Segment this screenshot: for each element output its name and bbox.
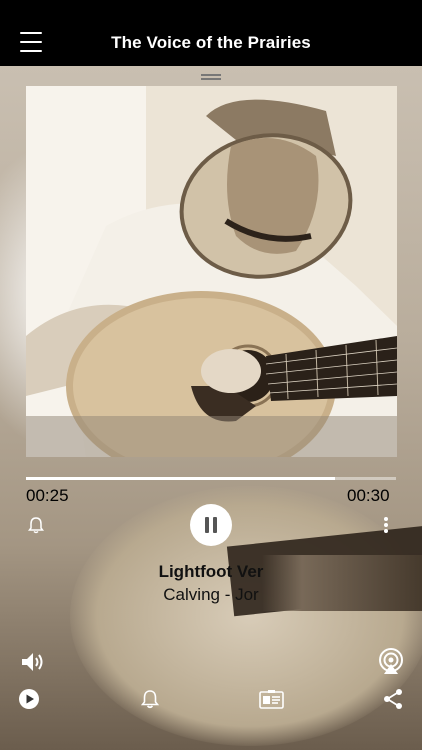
top-bar: The Voice of the Prairies bbox=[0, 0, 422, 66]
drag-handle[interactable] bbox=[201, 74, 221, 80]
album-artwork bbox=[26, 86, 397, 457]
elapsed-time: 00:25 bbox=[26, 486, 69, 505]
notifications-bell-icon[interactable] bbox=[140, 689, 160, 709]
pause-button[interactable] bbox=[190, 504, 232, 546]
airplay-icon[interactable] bbox=[377, 648, 405, 676]
track-title: Lightfoot Ver bbox=[158, 562, 264, 581]
track-artist: Calving - Jor bbox=[163, 585, 259, 604]
progress-fill bbox=[26, 477, 335, 480]
more-vertical-icon[interactable] bbox=[380, 515, 392, 535]
contact-card-icon[interactable] bbox=[259, 689, 284, 709]
progress-bar[interactable] bbox=[26, 477, 396, 480]
share-icon[interactable] bbox=[383, 688, 403, 710]
bell-icon[interactable] bbox=[28, 516, 44, 534]
total-time: 00:30 bbox=[347, 486, 390, 505]
page-title: The Voice of the Prairies bbox=[111, 33, 311, 52]
speaker-icon[interactable] bbox=[20, 650, 46, 674]
play-circle-icon[interactable] bbox=[18, 688, 40, 710]
